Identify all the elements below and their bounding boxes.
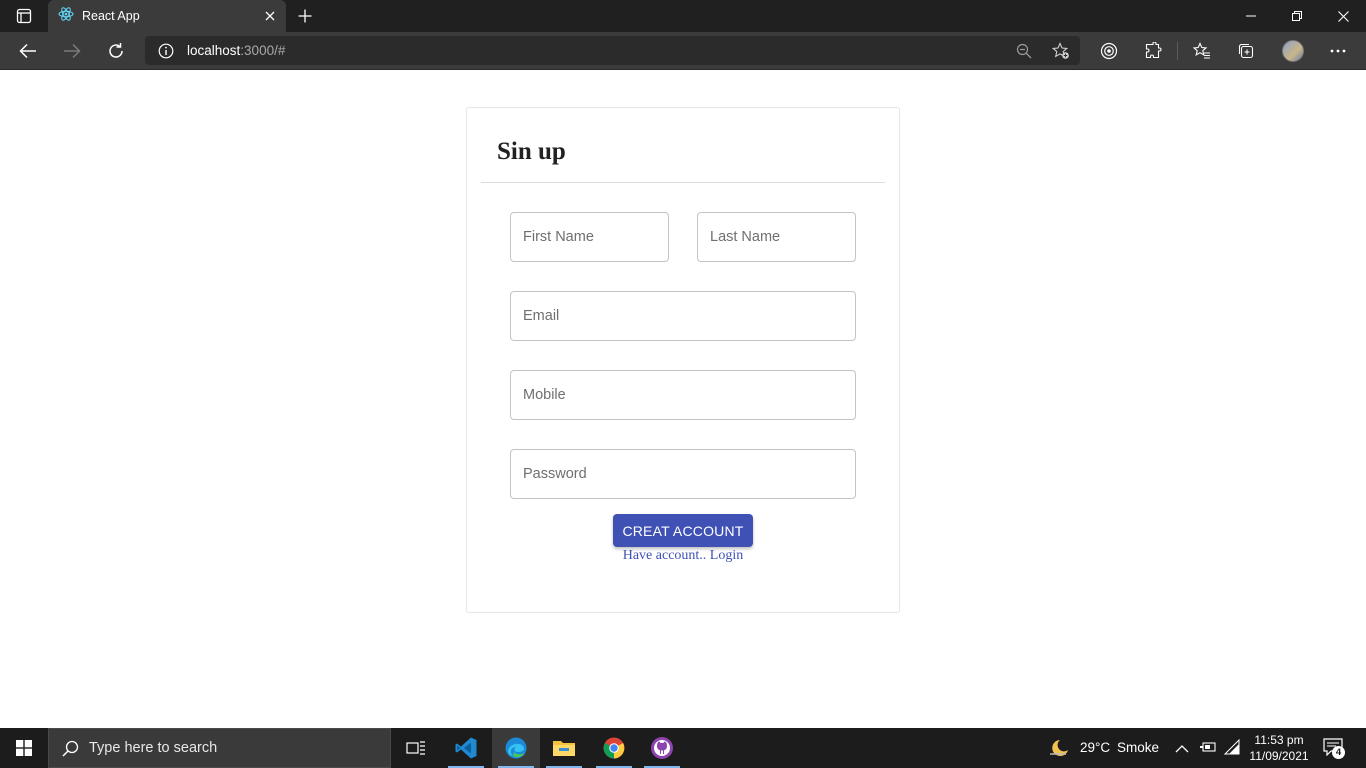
site-info-icon[interactable]	[153, 38, 179, 64]
forward-icon[interactable]	[56, 35, 88, 67]
toolbar-divider	[1177, 42, 1178, 60]
chrome-icon[interactable]	[590, 728, 638, 768]
back-icon[interactable]	[12, 35, 44, 67]
notification-count-badge: 4	[1332, 746, 1345, 759]
password-input[interactable]	[510, 449, 856, 499]
search-icon	[62, 740, 79, 757]
zoom-icon[interactable]	[1011, 38, 1037, 64]
restore-icon[interactable]	[1274, 0, 1320, 32]
notifications-icon[interactable]: 4	[1323, 738, 1345, 760]
taskbar: Type here to search 29°C Smoke 11:53 pm …	[0, 728, 1366, 768]
file-explorer-icon[interactable]	[540, 728, 588, 768]
github-desktop-icon[interactable]	[638, 728, 686, 768]
task-view-icon[interactable]	[392, 728, 440, 768]
mobile-input[interactable]	[510, 370, 856, 420]
url-host: localhost	[187, 43, 241, 58]
extensions-icon[interactable]	[1137, 35, 1169, 67]
minimize-icon[interactable]	[1228, 0, 1274, 32]
signup-title: Sin up	[497, 138, 566, 165]
url-text[interactable]: localhost:3000/#	[187, 43, 285, 58]
login-link[interactable]: Have account.. Login	[623, 548, 744, 563]
tab-actions-icon[interactable]	[8, 4, 40, 28]
show-hidden-icons-chevron-up-icon[interactable]	[1175, 741, 1189, 759]
clock-date: 11/09/2021	[1249, 749, 1309, 763]
favorites-icon[interactable]	[1186, 35, 1218, 67]
refresh-icon[interactable]	[100, 35, 132, 67]
weather-desc[interactable]: Smoke	[1117, 740, 1159, 755]
collections-icon[interactable]	[1230, 35, 1262, 67]
react-logo-icon	[58, 6, 74, 27]
vscode-icon[interactable]	[442, 728, 490, 768]
weather-moon-icon[interactable]	[1048, 738, 1070, 763]
address-bar[interactable]: localhost:3000/#	[145, 36, 1080, 65]
email-input[interactable]	[510, 291, 856, 341]
browser-toolbar: localhost:3000/#	[0, 32, 1366, 70]
battery-icon[interactable]	[1199, 740, 1217, 759]
more-options-icon[interactable]	[1322, 35, 1354, 67]
windows-start-icon[interactable]	[0, 728, 48, 768]
weather-temp[interactable]: 29°C	[1080, 740, 1110, 755]
edge-icon[interactable]	[492, 728, 540, 768]
first-name-input[interactable]	[510, 212, 669, 262]
clock-time: 11:53 pm	[1254, 733, 1304, 747]
profile-avatar[interactable]	[1282, 40, 1304, 62]
tab-title: React App	[82, 9, 140, 23]
title-divider	[481, 182, 885, 183]
close-tab-icon[interactable]	[256, 2, 284, 30]
signup-card: Sin up CREAT ACCOUNT Have account.. Logi…	[466, 107, 900, 613]
last-name-input[interactable]	[697, 212, 856, 262]
search-placeholder: Type here to search	[89, 740, 218, 756]
create-account-button[interactable]: CREAT ACCOUNT	[613, 514, 753, 547]
close-window-icon[interactable]	[1320, 0, 1366, 32]
url-path: :3000/#	[240, 43, 286, 58]
page-viewport: Sin up CREAT ACCOUNT Have account.. Logi…	[0, 71, 1366, 728]
browser-tab-bar: React App	[0, 0, 1366, 32]
login-link-wrapper: Have account.. Login	[467, 548, 899, 564]
new-tab-icon[interactable]	[292, 4, 318, 28]
taskbar-search[interactable]: Type here to search	[48, 728, 391, 768]
tab-react-app[interactable]: React App	[48, 0, 286, 32]
add-favorite-icon[interactable]	[1048, 38, 1074, 64]
wifi-icon[interactable]	[1223, 738, 1240, 760]
system-clock[interactable]: 11:53 pm 11/09/2021	[1240, 732, 1318, 764]
tracking-prevention-icon[interactable]	[1093, 35, 1125, 67]
